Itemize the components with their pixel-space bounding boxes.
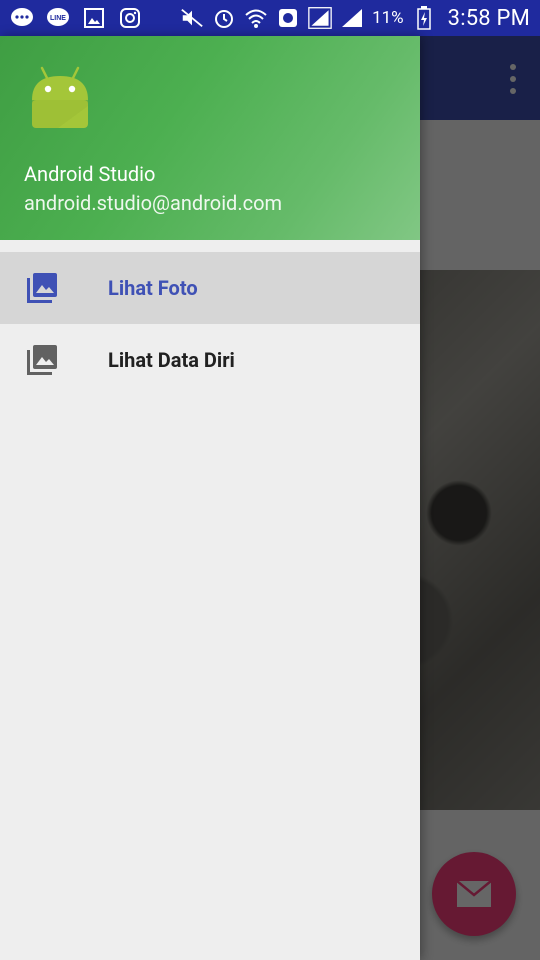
drawer-item-lihat-foto[interactable]: Lihat Foto xyxy=(0,252,420,324)
line-icon: LINE xyxy=(46,6,70,30)
battery-percent: 11% xyxy=(372,8,404,28)
drawer-menu: Lihat Foto Lihat Data Diri xyxy=(0,252,420,396)
chat-bubble-icon xyxy=(10,6,34,30)
photo-library-icon xyxy=(27,345,57,375)
drawer-item-lihat-data-diri[interactable]: Lihat Data Diri xyxy=(0,324,420,396)
user-name: Android Studio xyxy=(24,162,156,186)
battery-charging-icon xyxy=(412,6,436,30)
signal-icon xyxy=(308,6,332,30)
instagram-icon xyxy=(118,6,142,30)
vpn-globe-icon xyxy=(276,6,300,30)
clock: 3:58 PM xyxy=(447,5,530,31)
signal-icon xyxy=(340,6,364,30)
mute-icon xyxy=(180,6,204,30)
photo-library-icon xyxy=(27,273,57,303)
navigation-drawer: Android Studio android.studio@android.co… xyxy=(0,36,420,960)
alarm-icon xyxy=(212,6,236,30)
drawer-item-label: Lihat Data Diri xyxy=(108,348,235,372)
status-bar: LINE 11% 3:58 PM xyxy=(0,0,540,36)
android-logo-icon xyxy=(32,66,88,128)
drawer-header: Android Studio android.studio@android.co… xyxy=(0,36,420,240)
drawer-item-label: Lihat Foto xyxy=(108,276,198,300)
svg-text:LINE: LINE xyxy=(50,15,66,22)
user-email: android.studio@android.com xyxy=(24,191,283,215)
gallery-icon xyxy=(82,6,106,30)
wifi-icon xyxy=(244,6,268,30)
